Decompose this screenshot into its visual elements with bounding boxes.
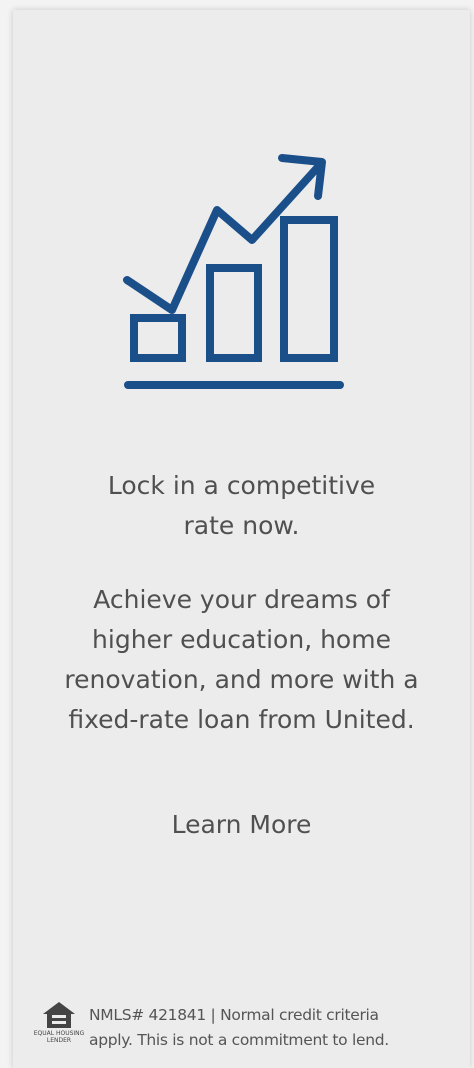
ehl-text-bottom: LENDER — [46, 1037, 72, 1044]
disclaimer-line-1: NMLS# 421841 | Normal credit criteria — [89, 1006, 379, 1024]
ad-headline: Lock in a competitive rate now. — [107, 471, 376, 540]
ehl-text-top: EQUAL HOUSING — [33, 1030, 85, 1037]
ad-body: Achieve your dreams of higher education,… — [64, 585, 419, 734]
disclaimer: NMLS# 421841 | Normal credit criteria ap… — [89, 1003, 389, 1053]
learn-more-link[interactable]: Learn More — [13, 805, 470, 845]
footer: EQUAL HOUSING LENDER NMLS# 421841 | Norm… — [33, 1000, 467, 1056]
ad-card[interactable]: Lock in a competitive rate now. Achieve … — [13, 10, 470, 1068]
growth-chart-icon — [13, 140, 470, 400]
disclaimer-line-2: apply. This is not a commitment to lend. — [89, 1031, 389, 1049]
equal-housing-lender-icon: EQUAL HOUSING LENDER — [33, 1000, 85, 1056]
